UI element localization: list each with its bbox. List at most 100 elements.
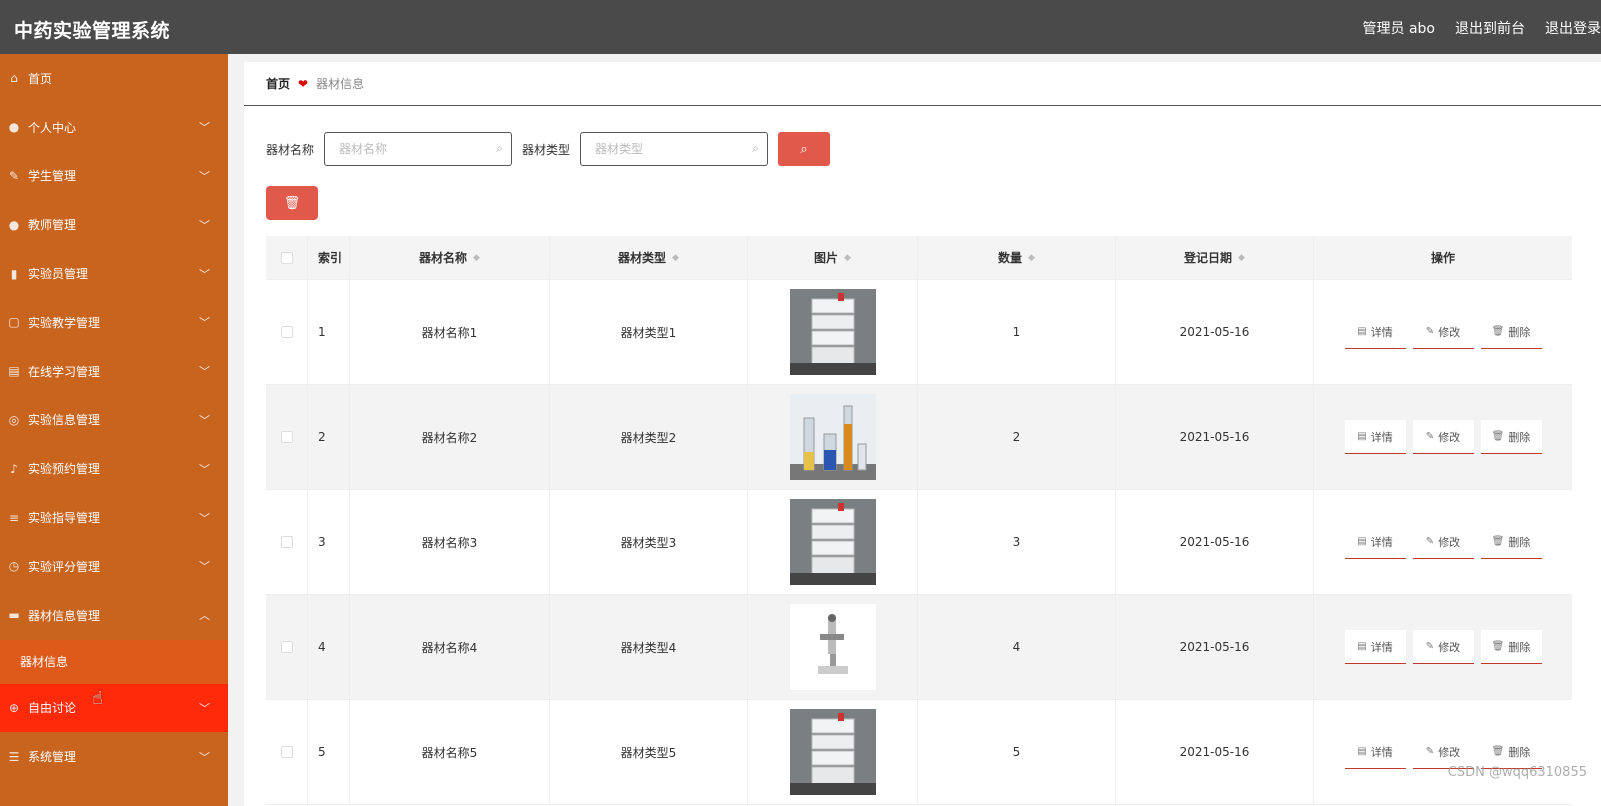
sidebar-item-label: 在线学习管理: [28, 364, 101, 379]
sidebar-item-11[interactable]: ◷ 实验评分管理 ﹀: [0, 542, 228, 591]
chevron-down-icon: ﹀: [199, 462, 210, 476]
row-date: 2021-05-16: [1116, 385, 1314, 489]
header-name[interactable]: 器材名称 ◆: [350, 236, 550, 279]
row-index: 1: [308, 280, 350, 384]
delete-button-label: 删除: [1508, 745, 1531, 759]
sidebar-item-5[interactable]: ▮ 实验员管理 ﹀: [0, 249, 228, 298]
row-name-value: 器材名称5: [421, 745, 478, 760]
type-search-label: 器材类型: [522, 142, 571, 157]
sort-icon[interactable]: ◆: [672, 253, 679, 263]
row-checkbox[interactable]: [280, 536, 293, 548]
edit-button[interactable]: ✎ 修改: [1412, 525, 1474, 559]
search-bar: 器材名称 ⌕ 器材类型 ⌕ ⌕: [266, 132, 831, 166]
breadcrumb: 首页 ❤ 器材信息: [244, 62, 1601, 106]
sidebar: ⌂ 首页 ● 个人中心 ﹀ ✎ 学生管理 ﹀ ● 教师管理 ﹀ ▮ 实验员管理 ﹀ ▢ 实验教学管理 ﹀ ▤ 在线学…: [0, 54, 228, 806]
trash-icon: 🗑: [1491, 536, 1505, 547]
row-name: 器材名称3: [350, 490, 550, 594]
row-checkbox[interactable]: [280, 641, 293, 653]
sidebar-item-8[interactable]: ◎ 实验信息管理 ﹀: [0, 396, 228, 445]
edit-button[interactable]: ✎ 修改: [1412, 420, 1474, 454]
sort-icon[interactable]: ◆: [1028, 253, 1035, 263]
edit-button[interactable]: ✎ 修改: [1412, 630, 1474, 664]
sidebar-item-label: 实验评分管理: [28, 559, 101, 574]
header-quantity[interactable]: 数量 ◆: [918, 236, 1116, 279]
type-search-input[interactable]: [581, 133, 732, 165]
row-date: 2021-05-16: [1116, 280, 1314, 384]
chevron-down-icon: ﹀: [199, 121, 210, 135]
table-row: 5 器材名称5 器材类型5 5 2021-05-16 ▤ 详情 ✎ 修改 🗑 删除: [266, 700, 1572, 805]
chevron-down-icon: ﹀: [199, 316, 210, 330]
sidebar-item-101[interactable]: ⊕ 自由讨论 ﹀: [0, 683, 228, 733]
chevron-down-icon: ﹀: [199, 169, 210, 183]
row-index-value: 4: [318, 640, 326, 654]
equipment-thumbnail[interactable]: [789, 709, 876, 795]
detail-button[interactable]: ▤ 详情: [1344, 420, 1406, 454]
name-search-input[interactable]: [325, 133, 476, 165]
document-icon: ▤: [1357, 536, 1367, 547]
breadcrumb-home[interactable]: 首页: [266, 75, 290, 92]
row-type-value: 器材类型5: [620, 745, 677, 760]
row-index-value: 2: [318, 430, 326, 444]
sort-icon[interactable]: ◆: [844, 253, 851, 263]
delete-button[interactable]: 🗑 删除: [1480, 630, 1542, 664]
sidebar-item-label: 个人中心: [28, 120, 77, 135]
sidebar-item-label: 实验教学管理: [28, 315, 101, 330]
detail-button[interactable]: ▤ 详情: [1344, 630, 1406, 664]
bulk-delete-button[interactable]: 🗑: [266, 186, 318, 220]
row-quantity: 2: [918, 385, 1116, 489]
delete-button[interactable]: 🗑 删除: [1480, 315, 1542, 349]
header-type[interactable]: 器材类型 ◆: [550, 236, 748, 279]
sidebar-item-6[interactable]: ▢ 实验教学管理 ﹀: [0, 298, 228, 347]
row-date: 2021-05-16: [1116, 700, 1314, 804]
exit-to-front-link[interactable]: 退出到前台: [1455, 18, 1525, 38]
sidebar-item-102[interactable]: ☰ 系统管理 ﹀: [0, 732, 228, 781]
help-icon: ⊕: [8, 700, 20, 715]
row-quantity: 4: [918, 595, 1116, 699]
logout-link[interactable]: 退出登录: [1545, 18, 1601, 38]
admin-user-label[interactable]: 管理员 abo: [1363, 18, 1435, 38]
equipment-thumbnail[interactable]: [789, 604, 876, 690]
sidebar-item-10[interactable]: ≡ 实验指导管理 ﹀: [0, 493, 228, 542]
detail-button[interactable]: ▤ 详情: [1344, 735, 1406, 769]
edit-button[interactable]: ✎ 修改: [1412, 735, 1474, 769]
search-icon: ⌕: [752, 141, 760, 155]
table-row: 3 器材名称3 器材类型3 3 2021-05-16 ▤ 详情 ✎ 修改 🗑 删除: [266, 490, 1572, 595]
row-name-value: 器材名称4: [421, 640, 478, 655]
table-row: 4 器材名称4 器材类型4 4 2021-05-16 ▤ 详情 ✎ 修改 🗑 删除: [266, 595, 1572, 700]
equipment-thumbnail[interactable]: [789, 289, 876, 375]
sidebar-item-3[interactable]: ✎ 学生管理 ﹀: [0, 152, 228, 201]
select-all-checkbox[interactable]: [280, 251, 293, 264]
search-button[interactable]: ⌕: [778, 132, 831, 166]
sort-icon[interactable]: ◆: [473, 253, 480, 263]
row-checkbox[interactable]: [280, 326, 293, 338]
sidebar-item-7[interactable]: ▤ 在线学习管理 ﹀: [0, 347, 228, 396]
row-checkbox[interactable]: [280, 431, 293, 443]
sidebar-item-1[interactable]: ⌂ 首页: [0, 54, 228, 103]
sidebar-item-12[interactable]: ▬ 器材信息管理 ︿: [0, 591, 228, 640]
sidebar-item-2[interactable]: ● 个人中心 ﹀: [0, 103, 228, 152]
delete-button[interactable]: 🗑 删除: [1480, 525, 1542, 559]
header-picture[interactable]: 图片 ◆: [748, 236, 918, 279]
detail-button[interactable]: ▤ 详情: [1344, 525, 1406, 559]
sidebar-subitem-equipment-info[interactable]: 器材信息: [0, 639, 228, 684]
detail-button[interactable]: ▤ 详情: [1344, 315, 1406, 349]
sidebar-item-4[interactable]: ● 教师管理 ﹀: [0, 200, 228, 249]
equipment-thumbnail[interactable]: [789, 499, 876, 585]
header-date[interactable]: 登记日期 ◆: [1116, 236, 1314, 279]
equipment-thumbnail[interactable]: [789, 394, 876, 480]
row-index: 3: [308, 490, 350, 594]
row-picture: [748, 700, 918, 804]
sidebar-item-9[interactable]: ♪ 实验预约管理 ﹀: [0, 444, 228, 493]
row-date-value: 2021-05-16: [1179, 640, 1250, 654]
delete-button[interactable]: 🗑 删除: [1480, 420, 1542, 454]
delete-button[interactable]: 🗑 删除: [1480, 735, 1542, 769]
header-picture-label: 图片: [814, 251, 839, 265]
name-search-label: 器材名称: [266, 142, 315, 157]
edit-button-label: 修改: [1438, 535, 1461, 549]
sort-icon[interactable]: ◆: [1238, 253, 1245, 263]
row-checkbox[interactable]: [280, 746, 293, 758]
row-name: 器材名称1: [350, 280, 550, 384]
row-quantity: 1: [918, 280, 1116, 384]
edit-button[interactable]: ✎ 修改: [1412, 315, 1474, 349]
document-icon: ▤: [1357, 641, 1367, 652]
